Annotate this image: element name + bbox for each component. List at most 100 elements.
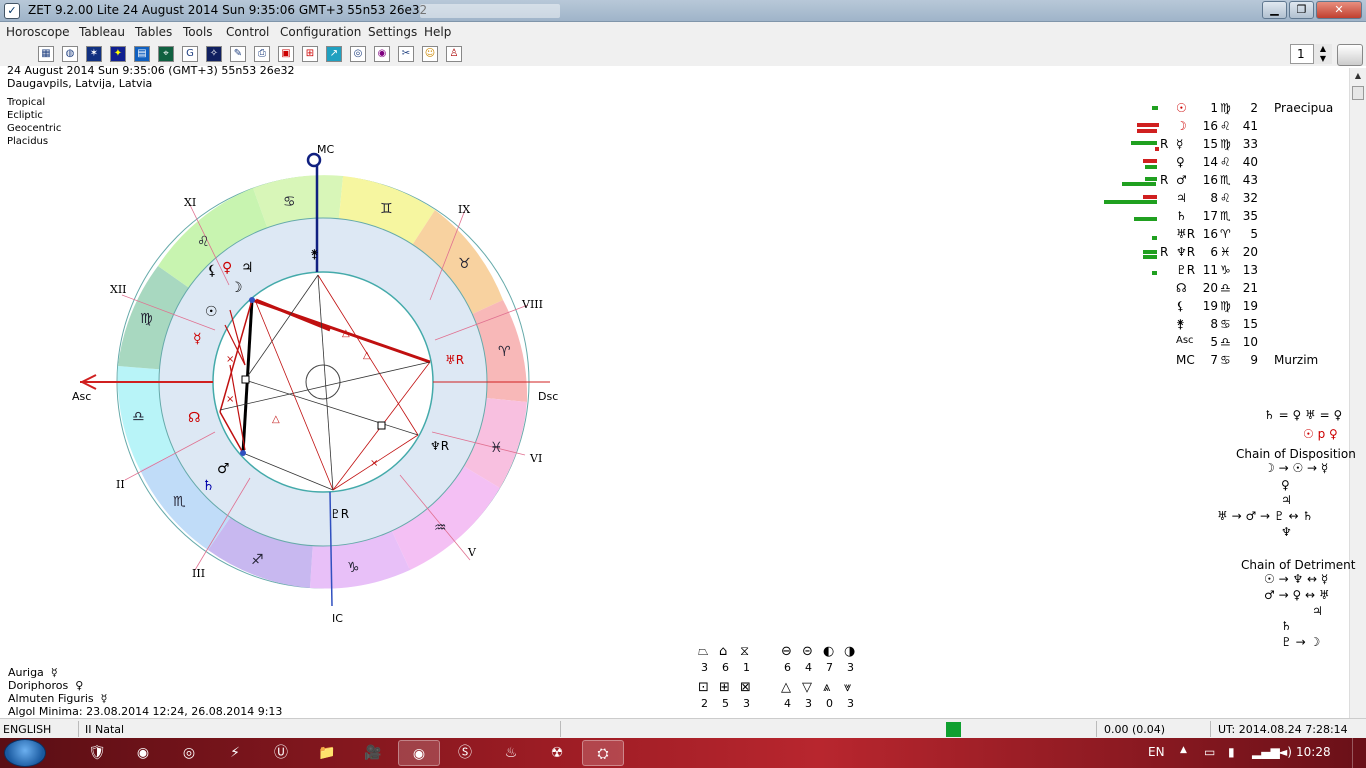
chart-location: Daugavpils, Latvija, Latvia — [7, 77, 153, 90]
position-row: Asc 5 ♎ 10 — [1160, 335, 1345, 353]
house-label-ii: II — [116, 478, 125, 491]
planet-glyph: ♂ — [1176, 173, 1187, 187]
ic-label: IC — [332, 612, 343, 625]
mercury-icon: ☿ — [193, 331, 202, 347]
setting-zodiac: Tropical — [7, 97, 46, 108]
stat-value: 3 — [805, 697, 812, 710]
position-row: ⚸ 19 ♍ 19 — [1160, 299, 1345, 317]
taskbar-app-icon[interactable]: ♨ — [490, 740, 532, 766]
retrograde-flag: R — [1160, 173, 1169, 187]
letter-g-icon[interactable]: G — [182, 46, 198, 62]
maximize-button[interactable]: ❐ — [1289, 1, 1314, 19]
stat-value: 5 — [722, 697, 729, 710]
horoscope-wheel[interactable]: △ △ △ × × × XI IX XII VIII II VI III V M… — [60, 140, 580, 630]
sign-icon: ♏ — [1220, 173, 1231, 187]
table-icon[interactable]: ▤ — [134, 46, 150, 62]
setting-center: Geocentric — [7, 123, 62, 134]
taskbar-app-icon[interactable]: ◉ — [398, 740, 440, 766]
sky-icon[interactable]: ✧ — [206, 46, 222, 62]
taskbar-app-icon[interactable]: 🛡 — [76, 740, 118, 766]
chain-disposition-line-2: ♀ — [1281, 478, 1290, 492]
scissors-icon[interactable]: ✂ — [398, 46, 414, 62]
taskbar-app-icon[interactable]: ◎ — [168, 740, 210, 766]
taskbar-app-icon[interactable]: Ⓤ — [260, 740, 302, 766]
tool-icon[interactable]: ✎ — [230, 46, 246, 62]
venus-icon: ♀ — [222, 260, 232, 276]
menu-tables[interactable]: Tables — [135, 25, 172, 39]
add-icon[interactable]: ⊞ — [302, 46, 318, 62]
chart-icon[interactable]: ✶ — [86, 46, 102, 62]
tray-volume-icon[interactable]: ◄) — [1278, 745, 1292, 759]
taskbar-app-icon[interactable]: ⛭ — [582, 740, 624, 766]
scroll-thumb[interactable] — [1352, 86, 1364, 100]
saturn-icon: ♄ — [202, 478, 215, 494]
status-bar: ENGLISH II Natal 0.00 (0.04) UT: 2014.08… — [0, 718, 1366, 738]
tray-language[interactable]: EN — [1148, 745, 1165, 759]
minute: 40 — [1242, 155, 1258, 169]
close-button[interactable]: ✕ — [1316, 1, 1362, 19]
vertical-scrollbar[interactable]: ▲ — [1349, 68, 1366, 718]
map-icon[interactable]: ⌖ — [158, 46, 174, 62]
scroll-lock-button[interactable] — [1337, 44, 1363, 66]
position-row: ♅R 16 ♈ 5 — [1160, 227, 1345, 245]
minute: 32 — [1242, 191, 1258, 205]
title-blurred-area — [420, 4, 560, 18]
show-desktop-button[interactable] — [1352, 738, 1366, 768]
eu-icon[interactable]: ✦ — [110, 46, 126, 62]
mercury-icon: ☿ — [50, 666, 58, 679]
tray-clock[interactable]: 10:28 — [1296, 745, 1331, 759]
reception-line-2: ☉ p ♀ — [1303, 427, 1338, 441]
svg-text:△: △ — [342, 328, 350, 339]
sign-icon: ♋ — [1220, 317, 1231, 331]
dsc-label: Dsc — [538, 390, 558, 403]
minute: 20 — [1242, 245, 1258, 259]
menu-help[interactable]: Help — [424, 25, 451, 39]
taskbar-app-icon[interactable]: Ⓢ — [444, 740, 486, 766]
stat-symbol-icon: ⩓ — [823, 680, 831, 695]
chain-detriment-line-5: ♇ → ☽ — [1281, 635, 1321, 649]
print-icon[interactable]: ⎙ — [254, 46, 270, 62]
tray-network-icon[interactable]: ▂▄▆ — [1252, 745, 1280, 759]
chain-detriment-title: Chain of Detriment — [1241, 558, 1356, 572]
degree: 20 — [1202, 281, 1218, 295]
chain-disposition-line-4: ♅ → ♂ → ♇ ↔ ♄ — [1217, 509, 1314, 523]
chain-detriment-line-2: ♂ → ♀ ↔ ♅ — [1264, 588, 1330, 602]
taskbar-app-icon[interactable]: ⚡ — [214, 740, 256, 766]
people-icon[interactable]: ☺ — [422, 46, 438, 62]
tray-arrow-icon[interactable]: ▲ — [1180, 745, 1187, 755]
menu-horoscope[interactable]: Horoscope — [6, 25, 70, 39]
orbit-icon[interactable]: ◉ — [374, 46, 390, 62]
taskbar-app-icon[interactable]: 🎥 — [352, 740, 394, 766]
disk-icon[interactable]: ◍ — [62, 46, 78, 62]
neptune-icon: ♆R — [430, 439, 449, 453]
start-button[interactable] — [4, 739, 46, 767]
libra-icon: ♎ — [132, 409, 145, 425]
menu-tools[interactable]: Tools — [183, 25, 213, 39]
page-icon[interactable]: ▣ — [278, 46, 294, 62]
menu-configuration[interactable]: Configuration — [280, 25, 361, 39]
tray-flag-icon[interactable]: ▭ — [1204, 745, 1215, 759]
capricorn-icon: ♑ — [347, 560, 360, 576]
target-icon[interactable]: ◎ — [350, 46, 366, 62]
scorpio-icon: ♏ — [173, 494, 186, 510]
arrow-icon[interactable]: ↗ — [326, 46, 342, 62]
sun-icon: ☉ — [205, 304, 218, 320]
grid-icon[interactable]: ▦ — [38, 46, 54, 62]
scroll-up-arrow[interactable]: ▲ — [1350, 68, 1366, 84]
menu-settings[interactable]: Settings — [368, 25, 417, 39]
menu-control[interactable]: Control — [226, 25, 269, 39]
minimize-button[interactable]: ▁ — [1262, 1, 1287, 19]
taskbar-app-icon[interactable]: ◉ — [122, 740, 164, 766]
leo-icon: ♌ — [197, 234, 210, 250]
degree: 8 — [1210, 191, 1218, 205]
taskbar-app-icon[interactable]: ☢ — [536, 740, 578, 766]
menu-tableau[interactable]: Tableau — [79, 25, 125, 39]
tray-battery-icon[interactable]: ▮ — [1228, 745, 1235, 759]
sign-icon: ♓ — [1220, 245, 1231, 259]
lilith-icon: ⚸ — [207, 263, 217, 279]
position-row: ☉ 1 ♍ 2 Praecipua — [1160, 101, 1345, 119]
app-icon[interactable]: ✓ — [4, 3, 20, 19]
spinner-buttons[interactable]: ▲ ▼ — [1313, 44, 1332, 64]
taskbar-app-icon[interactable]: 📁 — [306, 740, 348, 766]
figure-icon[interactable]: ♙ — [446, 46, 462, 62]
